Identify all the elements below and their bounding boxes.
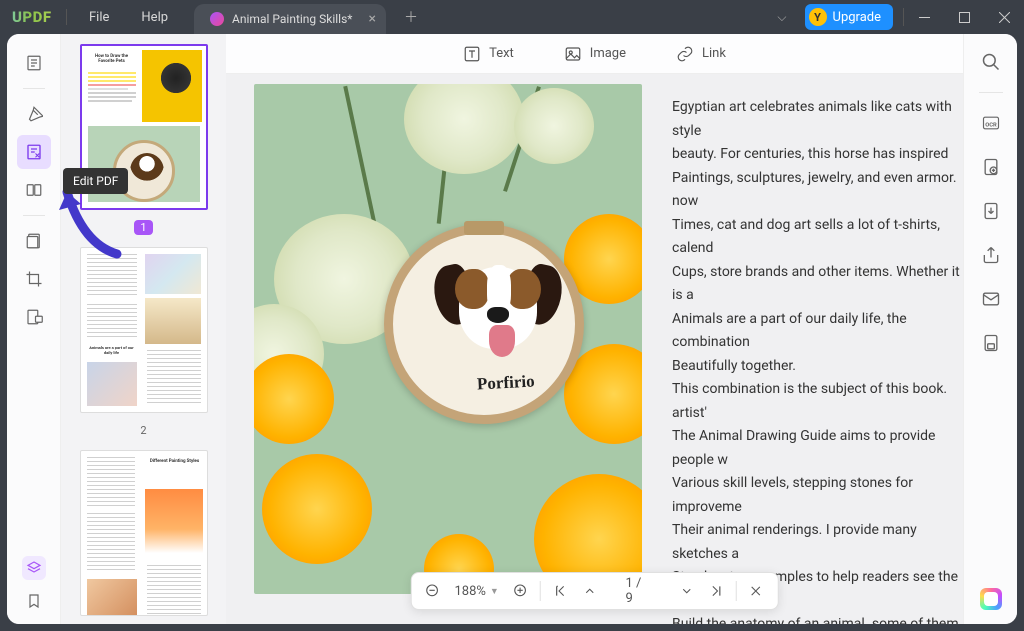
search-button[interactable]	[977, 48, 1005, 76]
comment-tool[interactable]	[17, 97, 51, 131]
new-tab-button[interactable]: ＋	[396, 3, 426, 31]
hoop-signature: Porfirio	[477, 372, 536, 395]
embroidery-hoop: Porfirio	[384, 224, 584, 424]
ocr-button[interactable]: OCR	[977, 109, 1005, 137]
zoom-in-button[interactable]	[507, 577, 534, 605]
export-button[interactable]	[977, 197, 1005, 225]
main-view: Text Image Link	[226, 34, 963, 624]
edit-toolbar: Text Image Link	[226, 34, 963, 74]
share-button[interactable]	[977, 241, 1005, 269]
email-button[interactable]	[977, 285, 1005, 313]
next-page-button[interactable]	[673, 577, 700, 605]
close-bar-button[interactable]	[743, 577, 770, 605]
last-page-button[interactable]	[702, 577, 729, 605]
tab-close-button[interactable]: ×	[368, 11, 375, 27]
menu-file[interactable]: File	[73, 10, 125, 25]
menu-help[interactable]: Help	[125, 10, 184, 25]
edit-pdf-tooltip: Edit PDF	[63, 168, 128, 194]
add-link-button[interactable]: Link	[676, 45, 726, 63]
document-image: Porfirio	[254, 84, 642, 594]
window-maximize-button[interactable]	[944, 0, 984, 34]
zoom-level-dropdown[interactable]: 188%▼	[448, 584, 504, 599]
titlebar: UPDF File Help Animal Painting Skills* ×…	[0, 0, 1024, 34]
thumbnail-panel: How to Draw the Favorite Pets 1 Ani	[61, 34, 226, 624]
bookmark-button[interactable]	[26, 592, 42, 614]
layers-button[interactable]	[22, 556, 46, 580]
svg-text:OCR: OCR	[985, 122, 997, 128]
add-text-button[interactable]: Text	[463, 45, 514, 63]
app-logo: UPDF	[0, 8, 60, 26]
print-button[interactable]	[977, 329, 1005, 357]
thumb-2-number: 2	[140, 424, 146, 437]
crop-tool[interactable]	[17, 262, 51, 296]
zoom-page-bar: 188%▼ 1 / 9	[410, 572, 779, 610]
prev-page-button[interactable]	[576, 577, 603, 605]
page-indicator[interactable]: 1 / 9	[605, 576, 671, 606]
tab-title: Animal Painting Skills*	[232, 12, 352, 26]
thumbnail-page-2[interactable]: Animals are a part of our daily life 2	[80, 247, 208, 438]
tabs-dropdown-button[interactable]: ⌵	[759, 10, 804, 25]
tab-icon	[210, 12, 224, 26]
window-close-button[interactable]	[984, 0, 1024, 34]
right-toolbar: OCR	[963, 34, 1017, 624]
window-minimize-button[interactable]	[904, 0, 944, 34]
reader-tool[interactable]	[17, 46, 51, 80]
first-page-button[interactable]	[547, 577, 574, 605]
redact-tool[interactable]	[17, 300, 51, 334]
add-image-button[interactable]: Image	[564, 45, 626, 63]
document-text[interactable]: Egyptian art celebrates animals like cat…	[642, 84, 963, 614]
thumb-1-number: 1	[134, 220, 152, 235]
ai-assistant-button[interactable]	[980, 588, 1002, 610]
thumbnail-page-3[interactable]: Different Painting Styles 3	[80, 450, 208, 624]
zoom-out-button[interactable]	[419, 577, 446, 605]
left-toolbar	[7, 34, 61, 624]
organize-pages-tool[interactable]	[17, 173, 51, 207]
user-avatar: Y	[809, 8, 827, 26]
document-tab[interactable]: Animal Painting Skills* ×	[194, 4, 386, 34]
upgrade-label: Upgrade	[833, 10, 881, 25]
edit-pdf-tool[interactable]	[17, 135, 51, 169]
app-body: Edit PDF How to Draw the Favorite Pets	[7, 34, 1017, 624]
page-tools[interactable]	[17, 224, 51, 258]
document-area[interactable]: Porfirio Egyptian art celebrates animals…	[226, 74, 963, 624]
upgrade-button[interactable]: Y Upgrade	[805, 4, 893, 30]
protect-button[interactable]	[977, 153, 1005, 181]
